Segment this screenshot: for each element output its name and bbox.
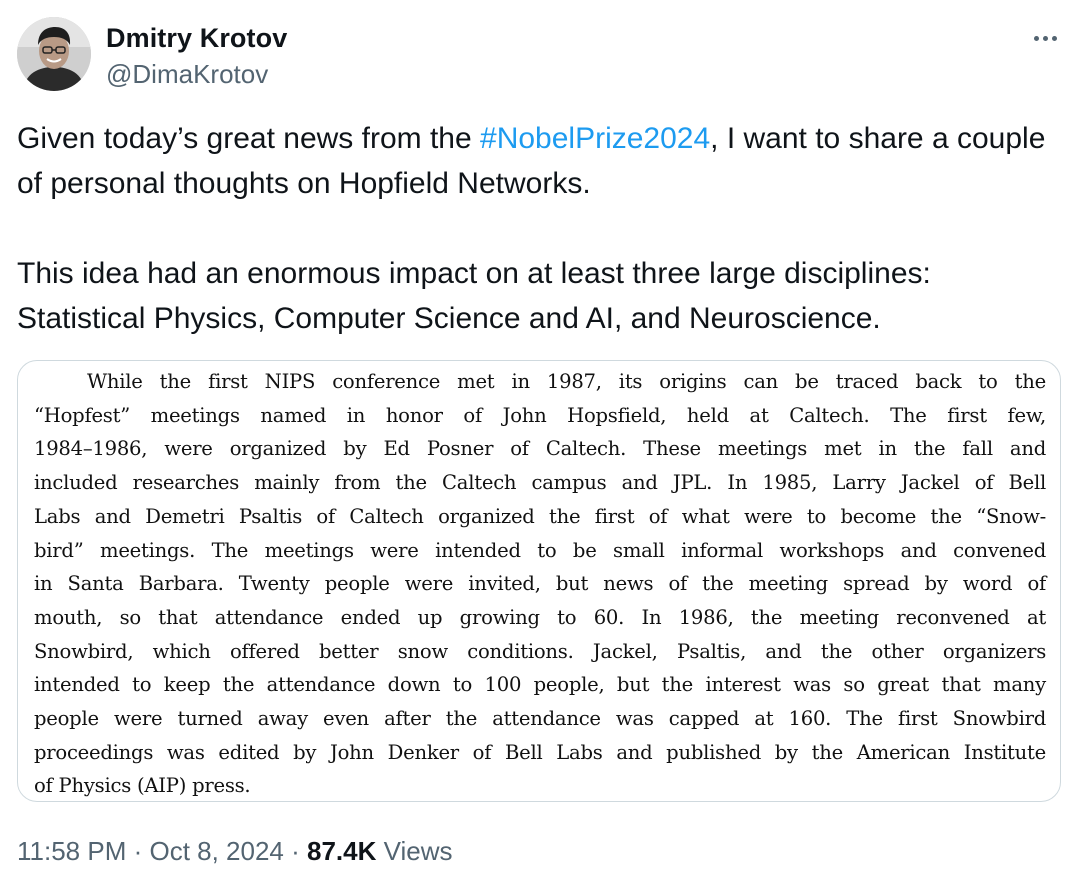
more-horizontal-icon — [1042, 35, 1048, 41]
tweet-text: Given today’s great news from the #Nobel… — [17, 116, 1063, 341]
timestamp-link[interactable]: 11:58 PM · Oct 8, 2024 — [17, 836, 284, 866]
author-name[interactable]: Dmitry Krotov — [106, 21, 287, 55]
meta-separator: · — [126, 836, 150, 866]
scan-line: intended to keep the attendance down to … — [34, 673, 1046, 697]
scan-line: bird” meetings. The meetings were intend… — [34, 538, 1046, 562]
views-label: Views — [376, 836, 453, 866]
scan-line: in Santa Barbara. Twenty people were inv… — [34, 572, 1046, 596]
scan-line: included researches mainly from the Calt… — [34, 471, 1046, 495]
tweet-meta: 11:58 PM · Oct 8, 2024 · 87.4K Views — [17, 832, 453, 870]
author-handle[interactable]: @DimaKrotov — [106, 57, 268, 91]
scanned-text-excerpt: While the first NIPS conference met in 1… — [34, 365, 1046, 801]
scan-line: people were turned away even after the a… — [34, 707, 1046, 731]
tweet-paragraph-1: Given today’s great news from the #Nobel… — [17, 116, 1063, 206]
scan-line: 1984–1986, were organized by Ed Posner o… — [34, 437, 1046, 461]
profile-photo-icon — [17, 17, 91, 91]
scan-line: proceedings was edited by John Denker of… — [34, 740, 1046, 764]
hashtag-link[interactable]: #NobelPrize2024 — [480, 122, 710, 155]
scan-line: mouth, so that attendance ended up growi… — [34, 605, 1046, 629]
scan-line: Labs and Demetri Psaltis of Caltech orga… — [34, 504, 1046, 528]
scan-line: Snowbird, which offered better snow cond… — [34, 639, 1046, 663]
scan-line: “Hopfest” meetings named in honor of Joh… — [34, 403, 1046, 427]
tweet-date: Oct 8, 2024 — [149, 836, 284, 866]
tweet-paragraph-2: This idea had an enormous impact on at l… — [17, 257, 931, 335]
more-horizontal-icon — [1033, 35, 1039, 41]
views-count: 87.4K — [307, 836, 377, 866]
more-horizontal-icon — [1051, 35, 1057, 41]
tweet-text-segment: Given today’s great news from the — [17, 122, 481, 155]
scan-line: While the first NIPS conference met in 1… — [87, 370, 1046, 393]
more-options-button[interactable] — [1027, 23, 1063, 53]
avatar[interactable] — [17, 17, 91, 91]
meta-separator: · — [283, 836, 307, 866]
tweet-time: 11:58 PM — [17, 836, 127, 866]
scan-line: of Physics (AIP) press. — [34, 774, 251, 798]
attached-image[interactable]: While the first NIPS conference met in 1… — [17, 360, 1061, 802]
tweet-header: Dmitry Krotov @DimaKrotov — [17, 17, 1063, 93]
